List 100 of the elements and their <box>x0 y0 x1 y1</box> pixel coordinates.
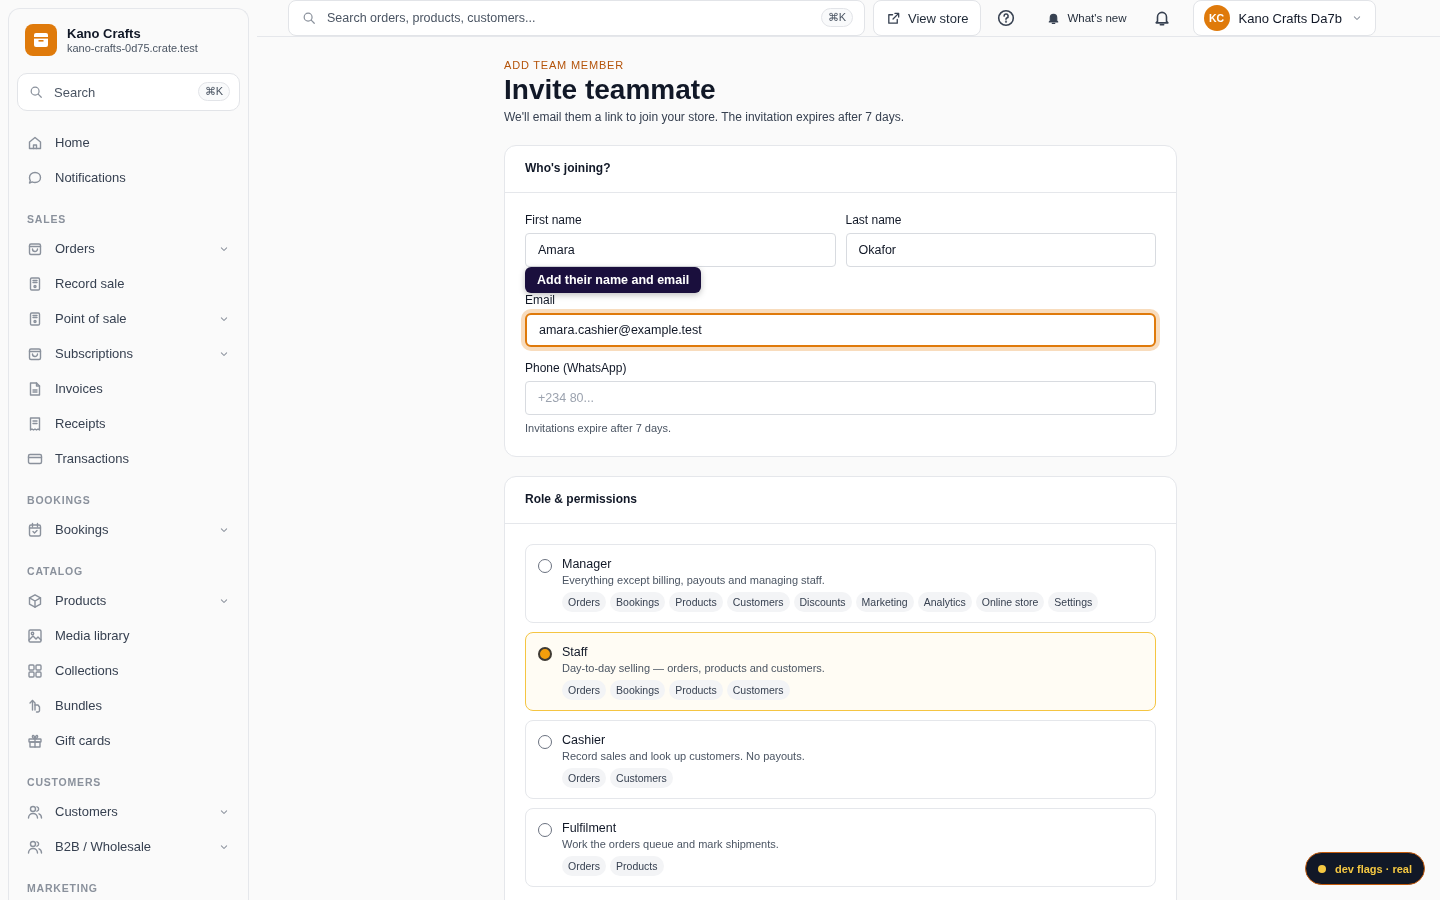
role-name: Fulfilment <box>562 821 618 835</box>
permission-tag: Discounts <box>793 592 852 612</box>
radio-button[interactable] <box>538 647 552 661</box>
bag-icon <box>27 345 43 362</box>
role-option[interactable]: Fulfilment Work the orders queue and mark shipments. Orders Products <box>525 808 1156 887</box>
input-field[interactable]: Okafor <box>845 233 1156 267</box>
role-name: Staff <box>562 645 589 659</box>
nav-item[interactable]: Point of sale <box>17 301 240 336</box>
role-description: Work the orders queue and mark shipments. <box>562 838 779 850</box>
section-heading: BOOKINGS <box>26 494 92 506</box>
store-name: Kano Crafts <box>67 26 142 41</box>
field-label: First name <box>525 213 583 227</box>
role-description: Day-to-day selling — orders, products and customers. <box>562 662 825 674</box>
nav-item[interactable]: Gift cards <box>17 723 240 758</box>
permission-tag: Orders <box>562 856 607 876</box>
permission-tag: Products <box>669 680 723 700</box>
receipt-icon <box>27 415 43 432</box>
role-name: Cashier <box>562 733 607 747</box>
nav-item[interactable]: Subscriptions <box>17 336 240 371</box>
nav-item[interactable]: Record sale <box>17 266 240 301</box>
receipt-icon <box>27 310 43 327</box>
permission-tag: Customers <box>726 592 790 612</box>
permission-tag: Settings <box>1048 592 1099 612</box>
tooltip: Add their name and email <box>525 267 702 293</box>
role-name: Manager <box>562 557 613 571</box>
role-description: Record sales and look up customers. No payouts. <box>562 750 805 762</box>
role-option[interactable]: Staff Day-to-day selling — orders, products and customers. Orders Bookings Products Customers <box>525 632 1156 711</box>
nav-item[interactable]: Invoices <box>17 371 240 406</box>
nav-item[interactable]: Bookings <box>17 512 240 547</box>
whats-new-button[interactable]: What's new <box>1037 1 1137 35</box>
nav-item[interactable]: Notifications <box>17 160 240 195</box>
card-title: Who's joining? <box>505 146 1176 193</box>
bell-icon <box>1152 9 1171 27</box>
permission-tag: Orders <box>562 680 607 700</box>
external-link-icon <box>886 10 901 26</box>
store-logo <box>25 24 57 56</box>
radio-button[interactable] <box>538 735 552 749</box>
permission-tag: Orders <box>562 768 607 788</box>
eyebrow-label: ADD TEAM MEMBER <box>504 59 625 71</box>
permission-tag: Online store <box>975 592 1045 612</box>
role-option[interactable]: Manager Everything except billing, payouts and managing staff. Orders Bookings Products Customers Discounts Marketing Analytics Online store Settings <box>525 544 1156 623</box>
input-field[interactable]: +234 80... <box>525 381 1156 415</box>
nav-item[interactable]: Orders <box>17 231 240 266</box>
search-icon <box>29 85 43 99</box>
search-icon <box>302 11 316 25</box>
gift-icon <box>27 732 43 749</box>
chat-bubble-icon <box>27 169 43 186</box>
radio-button[interactable] <box>538 559 552 573</box>
home-icon <box>27 134 43 151</box>
section-heading: SALES <box>26 213 67 225</box>
input-field[interactable]: amara.cashier@example.test <box>525 313 1156 347</box>
field-label: Email <box>525 293 556 307</box>
dev-flags-badge[interactable]: dev flags · real <box>1304 852 1425 885</box>
field-label: Last name <box>845 213 903 227</box>
field-label: Phone (WhatsApp) <box>525 361 628 375</box>
people-icon <box>27 838 43 855</box>
page-subtitle: We'll email them a link to join your store. The invitation expires after 7 days. <box>504 110 906 124</box>
account-menu[interactable]: KC Kano Crafts Da7b <box>1192 0 1376 36</box>
permission-tag: Analytics <box>917 592 972 612</box>
nav-item[interactable]: Products <box>17 583 240 618</box>
hint-text: Invitations expire after 7 days. <box>525 422 673 434</box>
role-description: Everything except billing, payouts and managing staff. <box>562 574 826 586</box>
nav-item[interactable]: Home <box>17 125 240 160</box>
permission-tag: Bookings <box>610 680 666 700</box>
nav-item[interactable]: B2B / Wholesale <box>17 829 240 864</box>
section-heading: MARKETING <box>26 882 99 894</box>
nav-item[interactable]: Customers <box>17 794 240 829</box>
permission-tag: Marketing <box>855 592 914 612</box>
cube-icon <box>27 592 43 609</box>
bag-icon <box>27 240 43 257</box>
permission-tag: Products <box>669 592 723 612</box>
avatar: KC <box>1203 5 1230 31</box>
view-store-button[interactable]: View store <box>873 0 982 36</box>
document-icon <box>27 380 43 397</box>
nav-item[interactable]: Collections <box>17 653 240 688</box>
nav-item[interactable]: Transactions <box>17 441 240 476</box>
input-field[interactable]: Amara <box>525 233 836 267</box>
calendar-icon <box>27 521 43 538</box>
shopping-bags-icon <box>27 697 43 714</box>
permission-tag: Bookings <box>610 592 666 612</box>
permission-tag: Orders <box>562 592 607 612</box>
help-icon <box>997 9 1016 27</box>
card-title: Role & permissions <box>505 477 1176 524</box>
people-icon <box>27 803 43 820</box>
nav-item[interactable]: Receipts <box>17 406 240 441</box>
section-heading: CUSTOMERS <box>26 776 103 788</box>
bell-icon <box>1047 11 1061 25</box>
nav-item[interactable]: Media library <box>17 618 240 653</box>
page-title: Invite teammate <box>504 74 717 106</box>
role-option[interactable]: Cashier Record sales and look up customers. No payouts. Orders Customers <box>525 720 1156 799</box>
section-heading: CATALOG <box>26 565 84 577</box>
permission-tag: Customers <box>726 680 790 700</box>
image-icon <box>27 627 43 644</box>
radio-button[interactable] <box>538 823 552 837</box>
account-name: Kano Crafts Da7b <box>1238 10 1342 26</box>
permission-tag: Customers <box>610 768 673 788</box>
nav-item[interactable]: Bundles <box>17 688 240 723</box>
store-domain: kano-crafts-0d75.crate.test <box>67 42 198 54</box>
permission-tag: Products <box>610 856 664 876</box>
grid-icon <box>27 662 43 679</box>
